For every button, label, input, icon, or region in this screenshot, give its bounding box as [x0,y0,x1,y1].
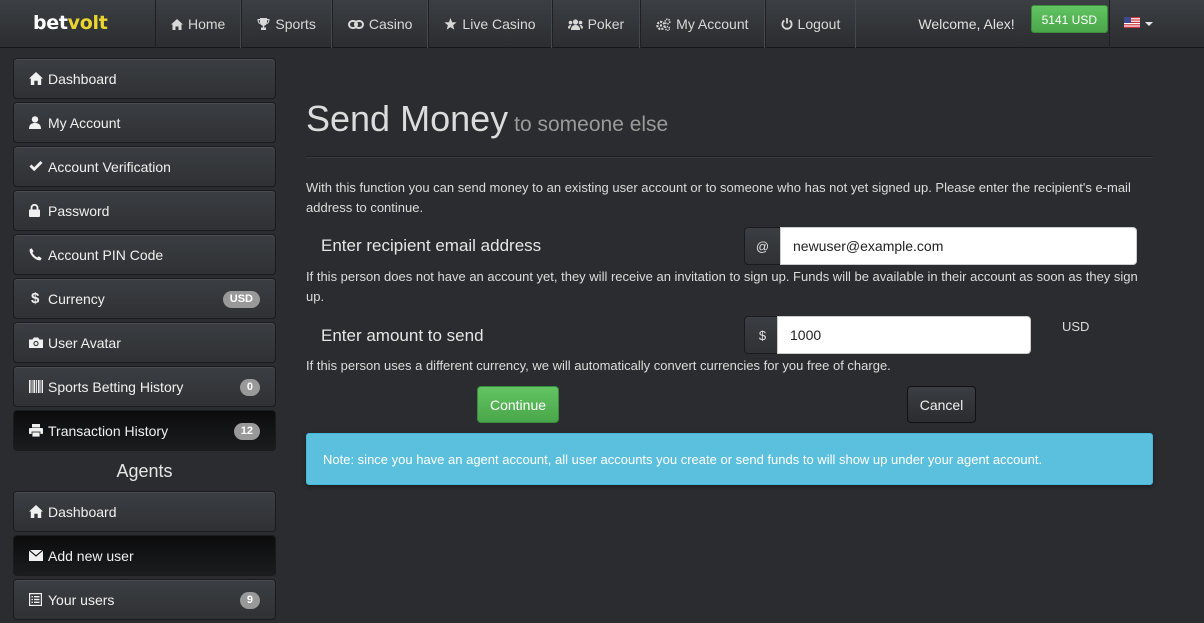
barcode-icon [29,380,47,393]
sidebar-item-sports-betting-history[interactable]: Sports Betting History 0 [13,366,276,407]
nav-label: Poker [587,16,625,32]
nav-item-poker[interactable]: Poker [551,0,641,48]
amount-input[interactable] [777,316,1031,354]
balance-badge[interactable]: 5141 USD [1030,5,1108,33]
sidebar-item-label: Add new user [48,547,134,564]
nav-item-logout[interactable]: Logout [764,0,857,48]
us-flag-icon [1124,15,1140,33]
sidebar-item-add-new-user[interactable]: Add new user [13,535,276,576]
top-navbar: betvolt Home Sports Casino Live Casino P… [0,0,1204,48]
main-nav: Home Sports Casino Live Casino Poker My … [155,0,857,48]
email-addon: @ [744,227,781,265]
users-icon [567,18,583,30]
trophy-icon [257,18,270,30]
print-icon [29,424,47,437]
page-title: Send Money to someone else [306,98,668,140]
sidebar-item-password[interactable]: Password [13,190,276,231]
brand-part1: bet [33,12,68,34]
sidebar-item-account-pin-code[interactable]: Account PIN Code [13,234,276,275]
chevron-down-icon [1145,22,1153,26]
count-badge: 0 [239,379,260,396]
sidebar-item-user-avatar[interactable]: User Avatar [13,322,276,363]
cogs-icon [656,17,671,31]
home-icon [29,72,47,85]
sidebar-item-label: Password [48,202,110,219]
sidebar-item-your-users[interactable]: Your users 9 [13,579,276,620]
email-help-text: If this person does not have an account … [306,269,1138,304]
agents-heading: Agents [116,461,173,481]
phone-icon [29,248,47,261]
recipient-email-input[interactable] [780,227,1137,265]
lock-icon [29,204,47,217]
amount-label: Enter amount to send [321,326,484,345]
amount-help-text: If this person uses a different currency… [306,358,891,373]
sidebar-item-label: Dashboard [48,70,117,87]
sidebar-item-account-verification[interactable]: Account Verification [13,146,276,187]
nav-item-casino[interactable]: Casino [331,0,429,48]
home-icon [171,18,183,30]
nav-label: Live Casino [462,16,536,32]
star-icon [444,18,458,30]
amount-currency: USD [1062,319,1090,334]
dollar-icon: $ [31,290,40,307]
sidebar-item-label: User Avatar [48,334,121,351]
sidebar-item-transaction-history[interactable]: Transaction History 12 [13,410,276,451]
home-icon [29,505,47,518]
title-divider [306,156,1153,158]
sidebar-item-label: Account PIN Code [48,246,164,263]
nav-item-home[interactable]: Home [155,0,242,48]
language-dropdown[interactable] [1109,0,1167,48]
agent-note-alert: Note: since you have an agent account, a… [306,433,1153,485]
camera-icon [29,337,47,348]
count-badge: 12 [233,423,260,440]
welcome-text: Welcome, Alex! [918,16,1015,32]
sidebar-item-label: Currency [48,290,105,307]
sidebar-item-label: Dashboard [48,503,117,520]
nav-label: My Account [676,16,749,32]
currency-badge: USD [222,291,260,308]
nav-item-live-casino[interactable]: Live Casino [428,0,552,48]
sidebar-item-my-account[interactable]: My Account [13,102,276,143]
sidebar-item-label: Account Verification [48,158,171,175]
sidebar-item-label: Your users [48,591,115,608]
agent-note-text: Note: since you have an agent account, a… [323,451,1043,467]
list-icon [29,593,47,606]
sidebar-item-dashboard[interactable]: Dashboard [13,58,276,99]
check-icon [29,161,47,172]
nav-label: Logout [797,16,841,32]
continue-button[interactable]: Continue [477,386,559,423]
brand-logo[interactable]: betvolt [33,12,108,34]
power-icon [781,18,793,30]
envelope-icon [29,550,47,561]
nav-label: Casino [368,16,413,32]
link-icon [347,19,364,29]
user-icon [29,116,47,129]
sidebar-item-label: Sports Betting History [48,378,184,395]
count-badge: 9 [239,592,260,609]
amount-addon: $ [744,316,781,354]
nav-label: Sports [275,16,316,32]
nav-label: Home [188,16,226,32]
sidebar-item-agent-dashboard[interactable]: Dashboard [13,491,276,532]
sidebar-item-currency[interactable]: $ Currency USD [13,278,276,319]
nav-item-sports[interactable]: Sports [241,0,332,48]
brand-part2: volt [67,12,108,34]
page-subtitle: to someone else [514,113,669,136]
nav-item-my-account[interactable]: My Account [640,0,765,48]
cancel-button[interactable]: Cancel [907,386,976,423]
intro-text: With this function you can send money to… [306,180,1131,215]
email-label: Enter recipient email address [321,236,542,255]
sidebar-item-label: Transaction History [48,422,169,439]
page-title-text: Send Money [306,98,509,139]
sidebar-item-label: My Account [48,114,121,131]
nav-right: Welcome, Alex! 5141 USD [918,0,1204,48]
